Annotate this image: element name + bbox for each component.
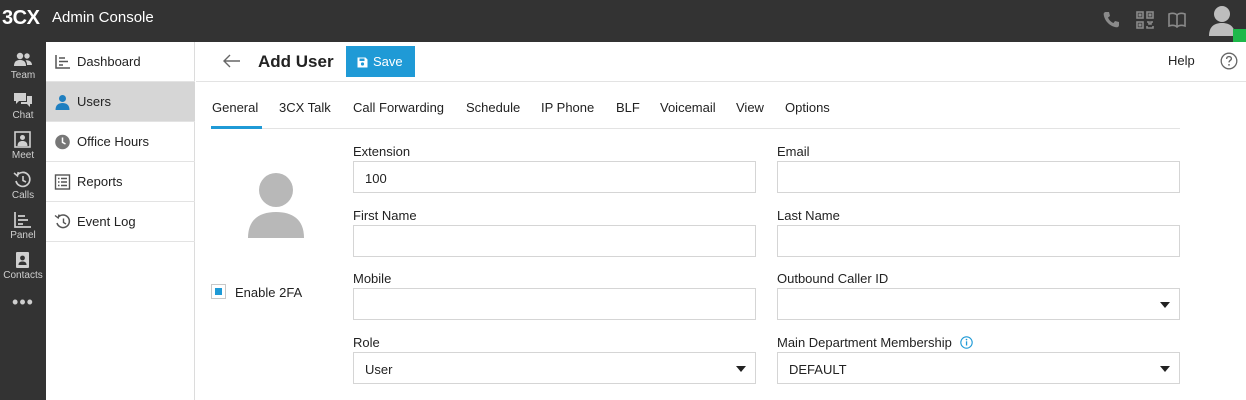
app-title: Admin Console <box>52 9 154 26</box>
team-icon <box>14 52 32 66</box>
email-field[interactable] <box>777 161 1180 193</box>
sidebar-item-users[interactable]: Users <box>46 82 195 122</box>
meet-icon <box>14 131 31 148</box>
back-arrow-icon[interactable] <box>222 53 242 74</box>
sidebar-item-label: Users <box>77 94 111 109</box>
history-icon <box>54 214 71 229</box>
tab-voicemail[interactable]: Voicemail <box>660 100 716 115</box>
rail-label-team: Team <box>10 70 36 81</box>
main-department-label: Main Department Membership <box>777 335 952 350</box>
role-select[interactable]: User <box>353 352 756 384</box>
rail-label-panel: Panel <box>10 230 36 241</box>
sidebar-item-label: Dashboard <box>77 54 141 69</box>
presence-status-indicator <box>1233 29 1246 42</box>
first-name-field[interactable] <box>353 225 756 257</box>
tab-ip-phone[interactable]: IP Phone <box>541 100 594 115</box>
rail-label-calls: Calls <box>11 190 35 201</box>
chat-icon <box>14 93 32 107</box>
user-icon <box>55 95 70 110</box>
book-icon[interactable] <box>1167 10 1187 30</box>
app-logo: 3CX <box>2 7 40 29</box>
page-header: Add User Save Help <box>196 42 1246 82</box>
outbound-caller-id-label: Outbound Caller ID <box>777 271 889 286</box>
rail-item-meet[interactable]: Meet <box>0 126 46 166</box>
mobile-field[interactable] <box>353 288 756 320</box>
panel-icon <box>14 212 31 228</box>
save-button[interactable]: Save <box>346 46 415 77</box>
chevron-down-icon <box>1160 302 1170 308</box>
checkbox-checked-indicator <box>215 288 222 295</box>
tab-blf[interactable]: BLF <box>616 100 640 115</box>
help-link[interactable]: Help <box>1168 53 1195 68</box>
extension-label: Extension <box>353 144 411 159</box>
enable-2fa-label: Enable 2FA <box>235 285 303 300</box>
sidebar-item-label: Office Hours <box>77 134 150 149</box>
admin-sidebar: Dashboard Users Office Hours Reports Eve… <box>46 42 195 400</box>
chevron-down-icon <box>736 366 746 372</box>
mobile-label: Mobile <box>353 271 392 286</box>
sidebar-item-office-hours[interactable]: Office Hours <box>46 122 195 162</box>
sidebar-item-label: Reports <box>77 174 123 189</box>
rail-label-meet: Meet <box>11 150 35 161</box>
page-title: Add User <box>258 52 334 71</box>
sidebar-item-event-log[interactable]: Event Log <box>46 202 195 242</box>
save-button-label: Save <box>373 54 403 69</box>
clock-icon <box>55 134 70 150</box>
email-label: Email <box>777 144 810 159</box>
calls-history-icon <box>13 171 31 188</box>
sidebar-item-dashboard[interactable]: Dashboard <box>46 42 195 82</box>
rail-label-contacts: Contacts <box>3 270 43 281</box>
top-bar: 3CX Admin Console <box>0 0 1246 42</box>
contacts-icon <box>16 252 29 268</box>
enable-2fa-checkbox[interactable] <box>211 284 226 299</box>
role-label: Role <box>353 335 380 350</box>
sidebar-item-reports[interactable]: Reports <box>46 162 195 202</box>
last-name-field[interactable] <box>777 225 1180 257</box>
phone-icon[interactable] <box>1101 10 1121 30</box>
rail-item-team[interactable]: Team <box>0 46 46 86</box>
rail-item-calls[interactable]: Calls <box>0 166 46 206</box>
more-menu-button[interactable]: ••• <box>0 292 46 313</box>
rail-item-panel[interactable]: Panel <box>0 206 46 246</box>
tab-general[interactable]: General <box>212 100 258 115</box>
rail-item-contacts[interactable]: Contacts <box>0 246 46 286</box>
user-photo-placeholder-icon[interactable] <box>246 172 306 245</box>
main-department-select[interactable]: DEFAULT <box>777 352 1180 384</box>
dashboard-icon <box>55 55 70 69</box>
help-question-icon[interactable] <box>1220 52 1238 75</box>
user-settings-tabs: General 3CX Talk Call Forwarding Schedul… <box>211 82 1180 129</box>
sidebar-item-label: Event Log <box>77 214 136 229</box>
app-rail: Team Chat Meet Calls Panel Contacts ••• <box>0 42 46 400</box>
tab-call-forwarding[interactable]: Call Forwarding <box>353 100 444 115</box>
last-name-label: Last Name <box>777 208 840 223</box>
role-selected-value: User <box>365 362 393 377</box>
tab-options[interactable]: Options <box>785 100 830 115</box>
list-icon <box>54 174 71 190</box>
floppy-disk-icon <box>357 57 368 68</box>
chevron-down-icon <box>1160 366 1170 372</box>
tab-3cx-talk[interactable]: 3CX Talk <box>279 100 331 115</box>
active-tab-indicator <box>211 126 262 129</box>
extension-field[interactable]: 100 <box>353 161 756 193</box>
tab-view[interactable]: View <box>736 100 764 115</box>
qr-code-icon[interactable] <box>1135 10 1155 30</box>
outbound-caller-id-select[interactable] <box>777 288 1180 320</box>
rail-item-chat[interactable]: Chat <box>0 86 46 126</box>
tab-schedule[interactable]: Schedule <box>466 100 520 115</box>
first-name-label: First Name <box>353 208 417 223</box>
rail-label-chat: Chat <box>12 110 34 121</box>
main-department-value: DEFAULT <box>789 362 847 377</box>
